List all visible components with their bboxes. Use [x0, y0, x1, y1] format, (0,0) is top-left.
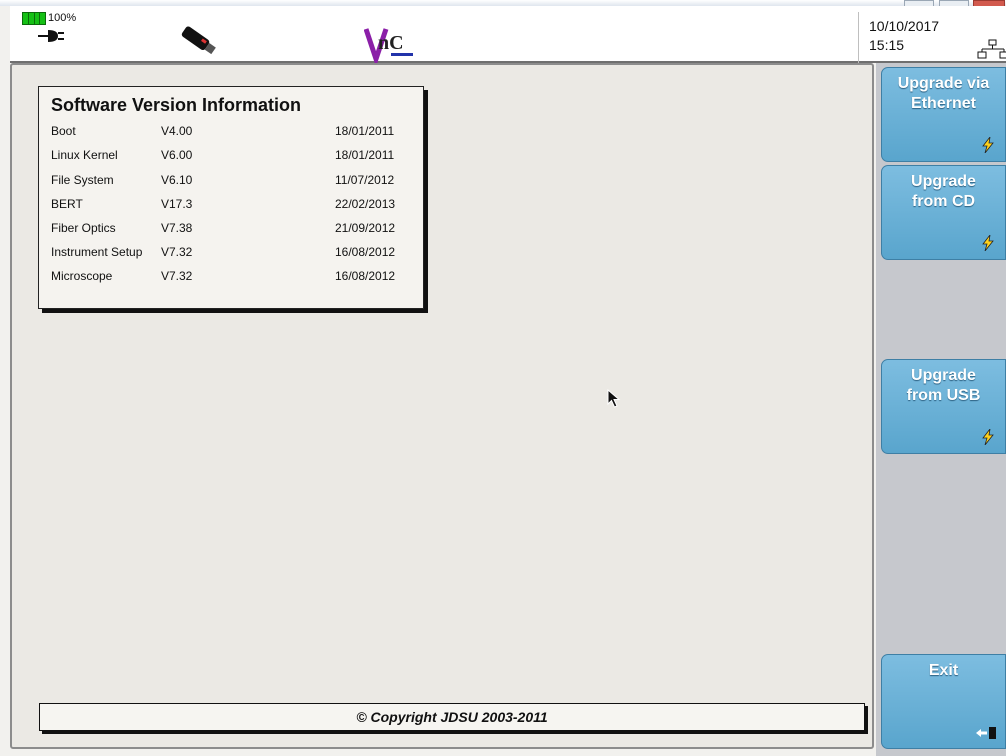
exit-arrow-icon — [976, 727, 996, 739]
status-bar: 100% nC 10/10/2017 15:15 — [10, 6, 1006, 67]
left-edge — [0, 62, 10, 756]
component-version: V7.32 — [161, 245, 193, 259]
button-label: Exit — [928, 662, 959, 679]
version-row: Linux Kernel V6.00 18/01/2011 — [51, 148, 411, 170]
status-divider — [858, 12, 859, 67]
version-row: File System V6.10 11/07/2012 — [51, 173, 411, 195]
component-name: File System — [51, 173, 114, 187]
component-date: 18/01/2011 — [335, 124, 395, 138]
version-row: Boot V4.00 18/01/2011 — [51, 124, 411, 146]
component-name: Linux Kernel — [51, 148, 118, 162]
component-name: Boot — [51, 124, 76, 138]
usb-stick-icon — [181, 26, 216, 55]
component-version: V6.00 — [161, 148, 193, 162]
version-row: Microscope V7.32 16/08/2012 — [51, 269, 411, 291]
upgrade-from-cd-button[interactable]: Upgrade from CD — [881, 165, 1006, 260]
network-icon — [977, 39, 1006, 59]
component-version: V7.32 — [161, 269, 193, 283]
component-date: 21/09/2012 — [335, 221, 396, 235]
component-date: 18/01/2011 — [335, 148, 395, 162]
component-date: 16/08/2012 — [335, 245, 396, 259]
button-label: Upgrade from CD — [911, 173, 976, 210]
upgrade-from-usb-button[interactable]: Upgrade from USB — [881, 359, 1006, 454]
battery-icon — [22, 12, 46, 25]
upgrade-via-ethernet-button[interactable]: Upgrade via Ethernet — [881, 67, 1006, 162]
mouse-pointer-icon — [607, 389, 621, 408]
component-name: Instrument Setup — [51, 245, 143, 259]
software-version-box: Software Version Information Boot V4.00 … — [38, 86, 424, 309]
component-date: 22/02/2013 — [335, 197, 396, 211]
app-logo-icon: nC — [364, 28, 413, 63]
lightning-icon — [982, 429, 994, 445]
component-date: 11/07/2012 — [335, 173, 395, 187]
lightning-icon — [982, 235, 994, 251]
lightning-icon — [982, 137, 994, 153]
exit-button[interactable]: Exit — [881, 654, 1006, 749]
version-row: Fiber Optics V7.38 21/09/2012 — [51, 221, 411, 243]
component-name: BERT — [51, 197, 83, 211]
battery-percent: 100% — [48, 12, 77, 24]
power-plug-icon — [38, 30, 64, 42]
component-version: V4.00 — [161, 124, 193, 138]
svg-text:nC: nC — [378, 32, 404, 54]
version-row: Instrument Setup V7.32 16/08/2012 — [51, 245, 411, 267]
component-date: 16/08/2012 — [335, 269, 396, 283]
software-version-title: Software Version Information — [51, 95, 302, 115]
button-label: Upgrade via Ethernet — [897, 75, 990, 112]
softkey-column: Upgrade via Ethernet Upgrade from CD Upg… — [876, 63, 1006, 756]
main-panel: Software Version Information Boot V4.00 … — [10, 63, 874, 749]
version-row: BERT V17.3 22/02/2013 — [51, 197, 411, 219]
date-display: 10/10/2017 — [869, 18, 940, 34]
component-version: V6.10 — [161, 173, 193, 187]
component-name: Fiber Optics — [51, 221, 116, 235]
component-version: V7.38 — [161, 221, 193, 235]
component-version: V17.3 — [161, 197, 193, 211]
component-name: Microscope — [51, 269, 113, 283]
copyright-bar: © Copyright JDSU 2003-2011 — [39, 703, 865, 731]
button-label: Upgrade from USB — [906, 367, 981, 404]
time-display: 15:15 — [869, 37, 905, 53]
